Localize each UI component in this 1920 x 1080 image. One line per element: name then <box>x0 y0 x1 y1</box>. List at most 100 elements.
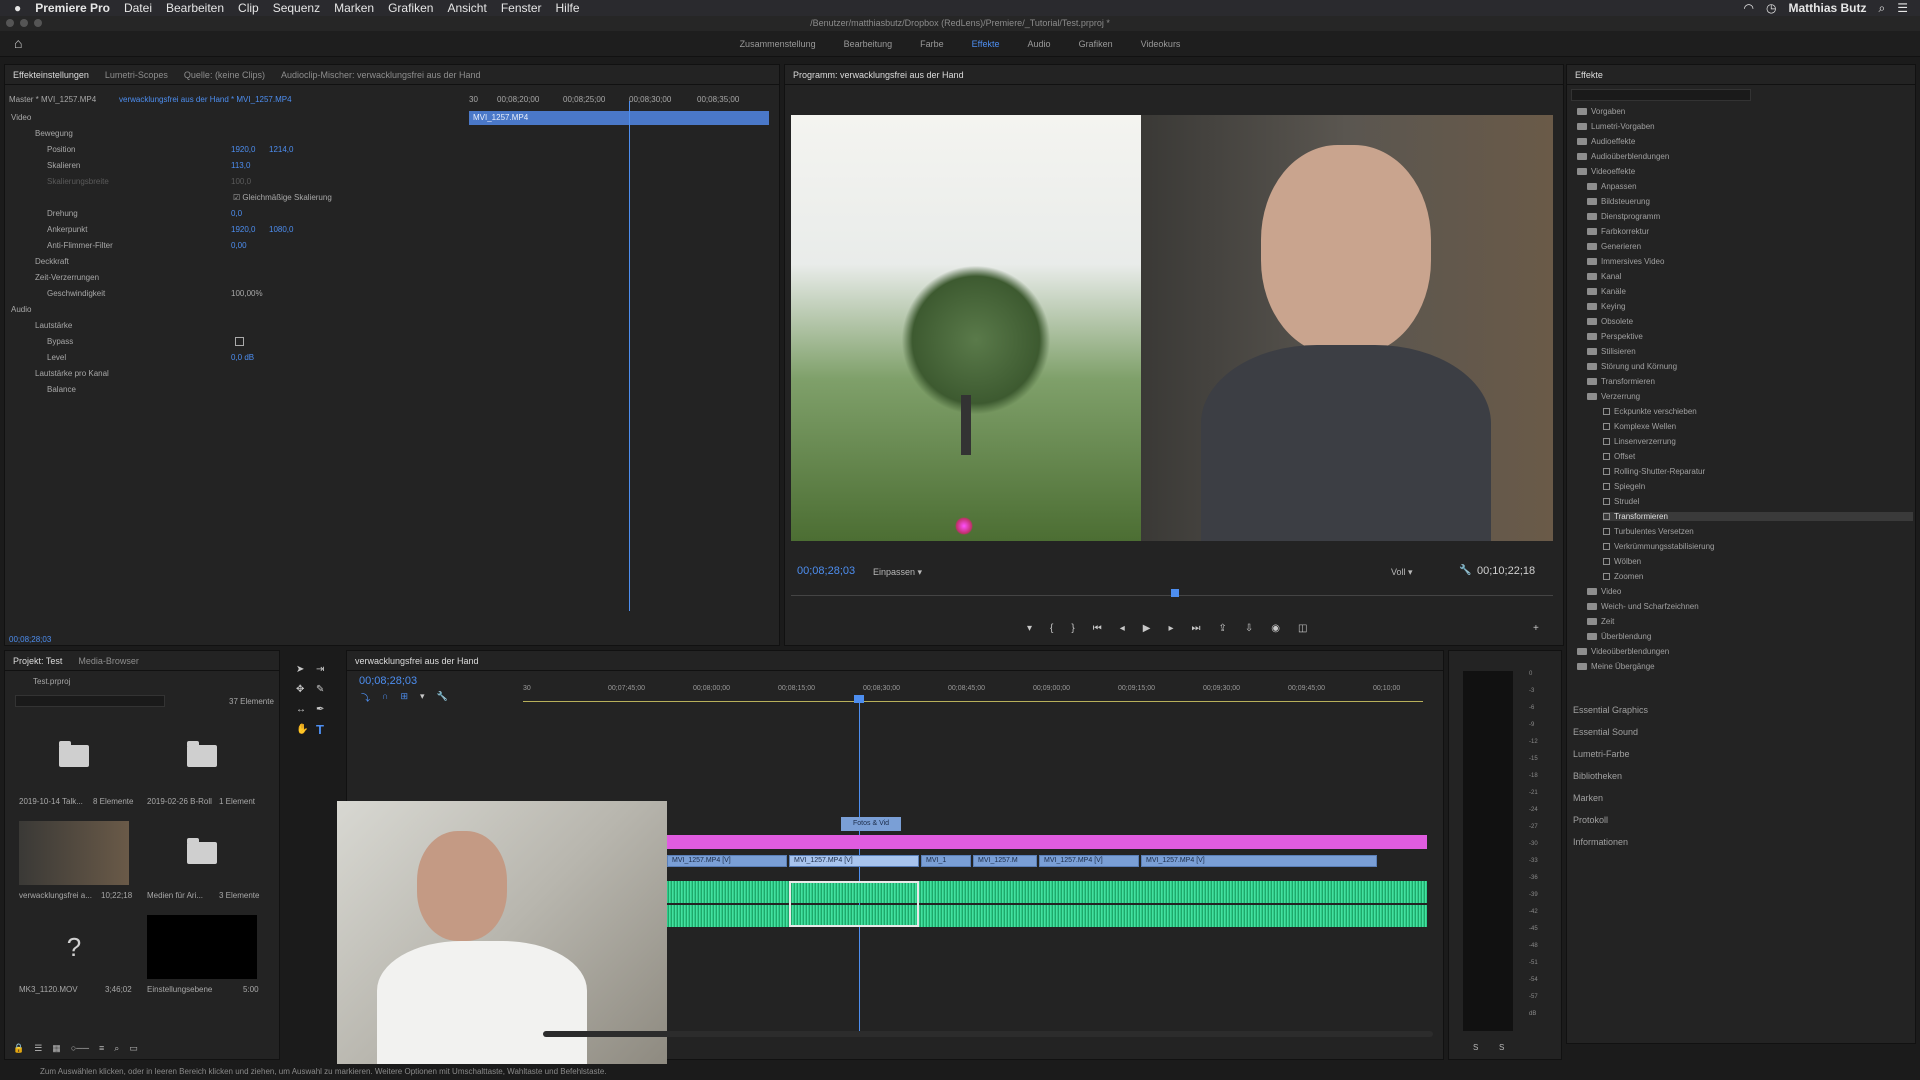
graphic-track-clip[interactable] <box>667 835 1427 849</box>
effect-item-video-9[interactable]: Obsolete <box>1587 317 1913 326</box>
effect-item-after-0[interactable]: Video <box>1587 587 1913 596</box>
lautstaerke-label[interactable]: Lautstärke <box>35 321 72 330</box>
effect-item-verz-1[interactable]: Komplexe Wellen <box>1603 422 1913 431</box>
workspace-bearbeitung[interactable]: Bearbeitung <box>830 39 907 49</box>
bewegung-label[interactable]: Bewegung <box>35 129 73 138</box>
panel-section-2[interactable]: Lumetri-Farbe <box>1573 749 1630 759</box>
marker-icon[interactable]: ▾ <box>1027 623 1032 634</box>
camera-icon[interactable]: ◉ <box>1271 623 1280 634</box>
pen-tool-icon[interactable]: ✒ <box>316 704 324 715</box>
ec-timecode[interactable]: 00;08;28;03 <box>9 635 51 644</box>
sort-icon[interactable]: ≡ <box>99 1043 104 1054</box>
workspace-audio[interactable]: Audio <box>1014 39 1065 49</box>
wrench-icon[interactable]: 🔧 <box>1459 565 1471 576</box>
timeline-scrollbar[interactable] <box>543 1031 1433 1037</box>
effect-item-video-4[interactable]: Generieren <box>1587 242 1913 251</box>
video-clip-6[interactable]: MVI_1257.MP4 [V] <box>1141 855 1377 867</box>
slip-tool-icon[interactable]: ↔ <box>296 704 306 715</box>
extract-icon[interactable]: ⇩ <box>1245 623 1253 634</box>
effect-item-after-2[interactable]: Zeit <box>1587 617 1913 626</box>
apple-icon[interactable]: ● <box>14 1 21 15</box>
effect-item-video-0[interactable]: Anpassen <box>1587 182 1913 191</box>
zoom-slider[interactable]: ○── <box>71 1043 89 1054</box>
effect-item-top-3[interactable]: Audioüberblendungen <box>1577 152 1913 161</box>
panel-section-4[interactable]: Marken <box>1573 793 1603 803</box>
effect-item-video-6[interactable]: Kanal <box>1587 272 1913 281</box>
ankerpunkt-x-value[interactable]: 1920,0 <box>231 225 255 234</box>
meter-solo-left[interactable]: S <box>1473 1043 1478 1052</box>
effect-item-verz-0[interactable]: Eckpunkte verschieben <box>1603 407 1913 416</box>
add-button-icon[interactable]: + <box>1533 623 1539 634</box>
balance-label[interactable]: Balance <box>47 385 76 394</box>
project-item-6[interactable] <box>147 915 257 979</box>
skalieren-value[interactable]: 113,0 <box>231 161 250 170</box>
effect-item-verz-7[interactable]: Transformieren <box>1603 512 1913 521</box>
link-icon[interactable]: ⊞ <box>400 691 408 704</box>
video-clip-3[interactable]: MVI_1 <box>921 855 971 867</box>
effect-item-video-14[interactable]: Verzerrung <box>1587 392 1913 401</box>
effect-item-after-1[interactable]: Weich- und Scharfzeichnen <box>1587 602 1913 611</box>
effect-item-top-2[interactable]: Audioeffekte <box>1577 137 1913 146</box>
graphic-clip[interactable]: Fotos & Vid <box>841 817 901 831</box>
fit-dropdown[interactable]: Einpassen ▾ <box>873 567 922 578</box>
effect-item-top-1[interactable]: Lumetri-Vorgaben <box>1577 122 1913 131</box>
mark-out-icon[interactable]: } <box>1071 623 1074 634</box>
workspace-grafiken[interactable]: Grafiken <box>1065 39 1127 49</box>
project-item-3[interactable] <box>19 821 129 885</box>
go-to-out-icon[interactable]: ⏭ <box>1191 623 1200 634</box>
geschwindigkeit-value[interactable]: 100,00% <box>231 289 263 298</box>
program-monitor-title[interactable]: Programm: verwacklungsfrei aus der Hand <box>793 70 964 80</box>
app-menu[interactable]: Premiere Pro <box>35 1 110 15</box>
settings-icon[interactable]: 🔧 <box>437 691 448 704</box>
search-icon[interactable]: ⌕ <box>114 1043 119 1054</box>
nest-icon[interactable]: ⤵ <box>361 691 370 704</box>
menu-datei[interactable]: Datei <box>124 1 152 15</box>
effect-item-verz-2[interactable]: Linsenverzerrung <box>1603 437 1913 446</box>
menu-ansicht[interactable]: Ansicht <box>447 1 486 15</box>
video-clip-4[interactable]: MVI_1257.M <box>973 855 1037 867</box>
tab-effekteinstellungen[interactable]: Effekteinstellungen <box>13 70 89 80</box>
lautstaerke-kanal-label[interactable]: Lautstärke pro Kanal <box>35 369 109 378</box>
effect-item-verz-4[interactable]: Rolling-Shutter-Reparatur <box>1603 467 1913 476</box>
go-to-in-icon[interactable]: ⏮ <box>1093 623 1102 634</box>
panel-section-0[interactable]: Essential Graphics <box>1573 705 1648 715</box>
workspace-zusammenstellung[interactable]: Zusammenstellung <box>726 39 830 49</box>
gleichmaessig-checkbox[interactable]: ☑ Gleichmäßige Skalierung <box>233 193 332 202</box>
effect-item-video-8[interactable]: Keying <box>1587 302 1913 311</box>
effect-item-bottom-1[interactable]: Meine Übergänge <box>1577 662 1913 671</box>
timeline-ruler[interactable]: 30 00;07;45;00 00;08;00;00 00;08;15;00 00;08… <box>523 685 1423 699</box>
panel-section-5[interactable]: Protokoll <box>1573 815 1608 825</box>
playhead-handle[interactable] <box>854 695 864 703</box>
project-search-input[interactable] <box>15 695 165 707</box>
workspace-videokurs[interactable]: Videokurs <box>1127 39 1195 49</box>
menu-bearbeiten[interactable]: Bearbeiten <box>166 1 224 15</box>
effect-item-verz-8[interactable]: Turbulentes Versetzen <box>1603 527 1913 536</box>
effect-item-video-13[interactable]: Transformieren <box>1587 377 1913 386</box>
ankerpunkt-y-value[interactable]: 1080,0 <box>269 225 293 234</box>
video-clip-1[interactable]: MVI_1257.MP4 [V] <box>667 855 787 867</box>
search-icon[interactable]: ⌕ <box>1879 1 1886 16</box>
lock-icon[interactable]: 🔒 <box>13 1043 24 1054</box>
menu-fenster[interactable]: Fenster <box>501 1 542 15</box>
workspace-effekte[interactable]: Effekte <box>958 39 1014 49</box>
master-clip-label[interactable]: Master * MVI_1257.MP4 <box>9 95 96 104</box>
effect-item-video-3[interactable]: Farbkorrektur <box>1587 227 1913 236</box>
effect-item-video-1[interactable]: Bildsteuerung <box>1587 197 1913 206</box>
effect-item-verz-11[interactable]: Zoomen <box>1603 572 1913 581</box>
tab-media-browser[interactable]: Media-Browser <box>78 656 139 666</box>
effect-item-video-2[interactable]: Dienstprogramm <box>1587 212 1913 221</box>
effect-item-after-3[interactable]: Überblendung <box>1587 632 1913 641</box>
ec-clip-bar[interactable]: MVI_1257.MP4 <box>469 111 769 125</box>
effect-item-video-12[interactable]: Störung und Körnung <box>1587 362 1913 371</box>
deckkraft-label[interactable]: Deckkraft <box>35 257 69 266</box>
work-area-bar[interactable] <box>523 701 1423 702</box>
effect-item-top-4[interactable]: Videoeffekte <box>1577 167 1913 176</box>
bypass-checkbox[interactable] <box>235 337 244 346</box>
add-marker-icon[interactable]: ▾ <box>420 691 425 704</box>
tab-audioclip-mischer[interactable]: Audioclip-Mischer: verwacklungsfrei aus … <box>281 70 481 80</box>
clock-icon[interactable]: ◷ <box>1766 1 1776 15</box>
effects-search-input[interactable] <box>1571 89 1751 101</box>
project-item-2[interactable] <box>147 721 257 791</box>
compare-icon[interactable]: ◫ <box>1298 623 1307 634</box>
effect-item-verz-5[interactable]: Spiegeln <box>1603 482 1913 491</box>
